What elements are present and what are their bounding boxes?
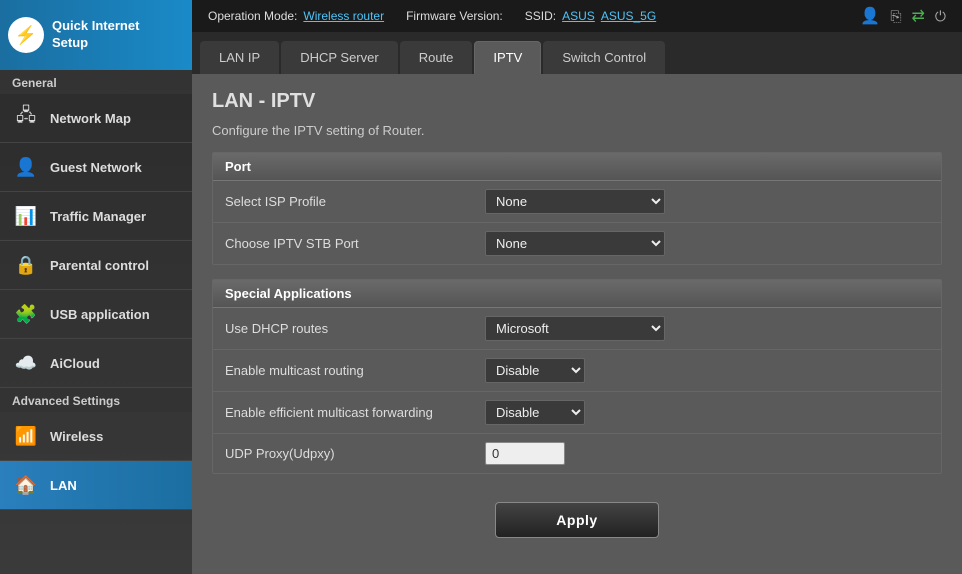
aicloud-icon: ☁️ [12, 349, 40, 377]
dhcp-routes-row: Use DHCP routes Microsoft None [213, 308, 941, 350]
sidebar-item-aicloud[interactable]: ☁️ AiCloud [0, 339, 192, 388]
multicast-forwarding-select[interactable]: Disable Enable [485, 400, 585, 425]
wireless-icon: 📶 [12, 422, 40, 450]
iptv-stb-port-control: None [485, 231, 929, 256]
sidebar-item-label: Traffic Manager [50, 209, 146, 224]
udp-proxy-label: UDP Proxy(Udpxy) [225, 446, 485, 461]
apply-row: Apply [212, 488, 942, 552]
sidebar-item-label: AiCloud [50, 356, 100, 371]
guest-network-icon: 👤 [12, 153, 40, 181]
operation-mode-label: Operation Mode: [208, 9, 297, 23]
sidebar-item-label: Wireless [50, 429, 103, 444]
user-icon[interactable]: 👤 [860, 6, 880, 26]
sidebar-item-usb-application[interactable]: 🧩 USB application [0, 290, 192, 339]
share-icon[interactable]: ⇄ [912, 6, 925, 26]
multicast-forwarding-row: Enable efficient multicast forwarding Di… [213, 392, 941, 434]
topbar: Operation Mode: Wireless router Firmware… [192, 0, 962, 32]
firmware-label: Firmware Version: [406, 9, 503, 23]
tab-lan-ip[interactable]: LAN IP [200, 41, 279, 74]
usb-application-icon: 🧩 [12, 300, 40, 328]
tab-route[interactable]: Route [400, 41, 473, 74]
special-applications-section: Special Applications Use DHCP routes Mic… [212, 279, 942, 474]
quick-setup-label: Quick InternetSetup [52, 18, 139, 52]
iptv-stb-port-label: Choose IPTV STB Port [225, 236, 485, 251]
quick-internet-setup[interactable]: ⚡ Quick InternetSetup [0, 0, 192, 70]
iptv-stb-port-select[interactable]: None [485, 231, 665, 256]
general-section-label: General [0, 70, 192, 94]
tab-iptv[interactable]: IPTV [474, 41, 541, 74]
sidebar-item-network-map[interactable]: 🖧 Network Map [0, 94, 192, 143]
power-icon[interactable]: ⏻ [935, 8, 946, 25]
content-area: LAN - IPTV Configure the IPTV setting of… [192, 74, 962, 574]
network-map-icon: 🖧 [12, 104, 40, 132]
ssid-value-2g[interactable]: ASUS [562, 9, 595, 23]
operation-mode-value[interactable]: Wireless router [303, 9, 384, 23]
udp-proxy-control [485, 442, 929, 465]
multicast-routing-row: Enable multicast routing Disable Enable [213, 350, 941, 392]
ssid-label: SSID: [525, 9, 556, 23]
copy-icon[interactable]: ⎘ [890, 8, 901, 25]
main-content: Operation Mode: Wireless router Firmware… [192, 0, 962, 574]
sidebar-item-parental-control[interactable]: 🔒 Parental control [0, 241, 192, 290]
traffic-manager-icon: 📊 [12, 202, 40, 230]
sidebar-item-traffic-manager[interactable]: 📊 Traffic Manager [0, 192, 192, 241]
multicast-forwarding-label: Enable efficient multicast forwarding [225, 405, 485, 420]
multicast-forwarding-control: Disable Enable [485, 400, 929, 425]
special-applications-header: Special Applications [213, 280, 941, 308]
apply-button[interactable]: Apply [495, 502, 658, 538]
isp-profile-row: Select ISP Profile None [213, 181, 941, 223]
lan-icon: 🏠 [12, 471, 40, 499]
iptv-stb-port-row: Choose IPTV STB Port None [213, 223, 941, 264]
sidebar-item-label: Parental control [50, 258, 149, 273]
dhcp-routes-label: Use DHCP routes [225, 321, 485, 336]
sidebar: ⚡ Quick InternetSetup General 🖧 Network … [0, 0, 192, 574]
parental-control-icon: 🔒 [12, 251, 40, 279]
quick-setup-icon: ⚡ [8, 17, 44, 53]
isp-profile-control: None [485, 189, 929, 214]
sidebar-item-label: LAN [50, 478, 77, 493]
tab-bar: LAN IP DHCP Server Route IPTV Switch Con… [192, 32, 962, 74]
multicast-routing-select[interactable]: Disable Enable [485, 358, 585, 383]
topbar-info: Operation Mode: Wireless router Firmware… [208, 9, 656, 23]
sidebar-item-guest-network[interactable]: 👤 Guest Network [0, 143, 192, 192]
dhcp-routes-control: Microsoft None [485, 316, 929, 341]
topbar-icons: 👤 ⎘ ⇄ ⏻ [860, 6, 946, 26]
udp-proxy-input[interactable] [485, 442, 565, 465]
multicast-routing-control: Disable Enable [485, 358, 929, 383]
tab-switch-control[interactable]: Switch Control [543, 41, 665, 74]
sidebar-item-label: USB application [50, 307, 150, 322]
dhcp-routes-select[interactable]: Microsoft None [485, 316, 665, 341]
ssid-value-5g[interactable]: ASUS_5G [601, 9, 656, 23]
sidebar-item-lan[interactable]: 🏠 LAN [0, 461, 192, 510]
multicast-routing-label: Enable multicast routing [225, 363, 485, 378]
advanced-settings-section-label: Advanced Settings [0, 388, 192, 412]
page-description: Configure the IPTV setting of Router. [212, 123, 942, 138]
sidebar-item-label: Guest Network [50, 160, 142, 175]
port-section-header: Port [213, 153, 941, 181]
sidebar-item-label: Network Map [50, 111, 131, 126]
tab-dhcp-server[interactable]: DHCP Server [281, 41, 398, 74]
port-section: Port Select ISP Profile None Choose IPTV… [212, 152, 942, 265]
sidebar-item-wireless[interactable]: 📶 Wireless [0, 412, 192, 461]
isp-profile-select[interactable]: None [485, 189, 665, 214]
page-title: LAN - IPTV [212, 90, 942, 113]
isp-profile-label: Select ISP Profile [225, 194, 485, 209]
udp-proxy-row: UDP Proxy(Udpxy) [213, 434, 941, 473]
